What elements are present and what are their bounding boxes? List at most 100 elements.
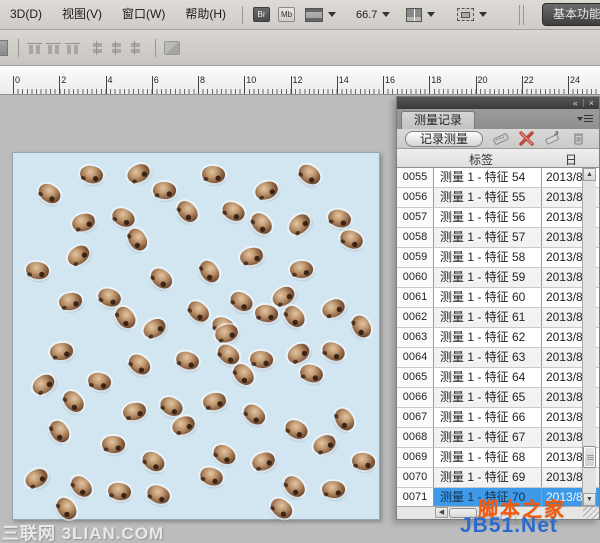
menu-view[interactable]: 视图(V) bbox=[52, 0, 112, 29]
seed-object[interactable] bbox=[22, 466, 50, 492]
seed-object[interactable] bbox=[319, 339, 347, 365]
seed-object[interactable] bbox=[157, 393, 185, 419]
align-vertical-centers-icon[interactable] bbox=[46, 41, 61, 55]
menu-help[interactable]: 帮助(H) bbox=[175, 0, 236, 29]
mini-bridge-button[interactable]: Mb bbox=[278, 7, 295, 22]
table-row[interactable]: 0056测量 1 - 特征 552013/8 bbox=[397, 188, 599, 208]
seed-object[interactable] bbox=[86, 370, 113, 392]
seed-object[interactable] bbox=[124, 225, 150, 253]
seed-object[interactable] bbox=[281, 302, 309, 331]
seed-object[interactable] bbox=[96, 285, 124, 309]
auto-align-layers-icon[interactable] bbox=[164, 41, 180, 55]
seed-object[interactable] bbox=[227, 288, 256, 315]
seed-object[interactable] bbox=[321, 480, 345, 499]
seed-object[interactable] bbox=[284, 340, 313, 367]
column-header-date[interactable]: 日 bbox=[565, 151, 577, 168]
panel-menu-icon[interactable] bbox=[577, 114, 593, 124]
document-canvas[interactable] bbox=[12, 152, 380, 520]
seed-object[interactable] bbox=[124, 161, 152, 186]
column-header-label[interactable]: 标签 bbox=[469, 151, 493, 168]
trash-icon[interactable] bbox=[570, 131, 587, 146]
seed-object[interactable] bbox=[140, 316, 168, 342]
seed-object[interactable] bbox=[64, 242, 93, 269]
workspace-switcher-button[interactable]: 基本功能 bbox=[542, 3, 600, 26]
seed-object[interactable] bbox=[144, 482, 172, 507]
seed-object[interactable] bbox=[298, 362, 325, 385]
seed-object[interactable] bbox=[282, 416, 310, 442]
seed-object[interactable] bbox=[337, 227, 365, 252]
table-row[interactable]: 0068测量 1 - 特征 672013/8 bbox=[397, 428, 599, 448]
scroll-down-icon[interactable]: ▼ bbox=[583, 493, 596, 506]
table-row[interactable]: 0062测量 1 - 特征 612013/8 bbox=[397, 308, 599, 328]
seed-object[interactable] bbox=[250, 450, 277, 473]
align-horizontal-centers-icon[interactable] bbox=[109, 41, 124, 55]
seed-object[interactable] bbox=[320, 296, 348, 320]
seed-object[interactable] bbox=[280, 472, 308, 500]
seed-object[interactable] bbox=[70, 211, 97, 233]
panel-resize-grip[interactable] bbox=[583, 506, 599, 519]
table-row[interactable]: 0064测量 1 - 特征 632013/8 bbox=[397, 348, 599, 368]
seed-object[interactable] bbox=[60, 387, 88, 416]
table-row[interactable]: 0057测量 1 - 特征 562013/8 bbox=[397, 208, 599, 228]
seed-object[interactable] bbox=[125, 351, 154, 379]
seed-object[interactable] bbox=[174, 197, 202, 226]
seed-object[interactable] bbox=[49, 342, 73, 361]
vertical-scrollbar-thumb[interactable] bbox=[583, 446, 596, 468]
scroll-left-icon[interactable]: ◀ bbox=[435, 507, 448, 518]
table-row[interactable]: 0065测量 1 - 特征 642013/8 bbox=[397, 368, 599, 388]
seed-object[interactable] bbox=[240, 400, 268, 428]
bridge-button[interactable]: Br bbox=[253, 7, 270, 22]
menu-3d[interactable]: 3D(D) bbox=[0, 0, 52, 29]
seed-object[interactable] bbox=[249, 349, 274, 369]
seed-object[interactable] bbox=[67, 472, 95, 500]
align-left-edges-icon[interactable] bbox=[90, 41, 105, 55]
seed-object[interactable] bbox=[122, 401, 148, 422]
seed-object[interactable] bbox=[326, 207, 353, 230]
arrange-documents-dropdown[interactable] bbox=[406, 8, 435, 22]
table-row[interactable]: 0066测量 1 - 特征 652013/8 bbox=[397, 388, 599, 408]
seed-object[interactable] bbox=[219, 198, 247, 224]
seed-object[interactable] bbox=[152, 181, 176, 200]
seed-object[interactable] bbox=[196, 257, 223, 286]
seed-object[interactable] bbox=[295, 161, 324, 189]
seed-object[interactable] bbox=[35, 180, 64, 207]
seed-object[interactable] bbox=[170, 414, 197, 438]
seed-object[interactable] bbox=[331, 405, 357, 433]
tab-measurement-log[interactable]: 测量记录 bbox=[401, 111, 475, 129]
close-panel-icon[interactable]: × bbox=[584, 99, 599, 108]
vertical-scrollbar[interactable]: ▲ ▼ bbox=[582, 168, 596, 508]
table-row[interactable]: 0067测量 1 - 特征 662013/8 bbox=[397, 408, 599, 428]
table-row[interactable]: 0061测量 1 - 特征 602013/8 bbox=[397, 288, 599, 308]
seed-object[interactable] bbox=[78, 163, 105, 185]
seed-object[interactable] bbox=[46, 417, 73, 446]
seed-object[interactable] bbox=[24, 260, 50, 281]
seed-object[interactable] bbox=[254, 303, 280, 324]
seed-object[interactable] bbox=[147, 264, 175, 292]
seed-object[interactable] bbox=[101, 435, 125, 454]
collapse-panel-icon[interactable]: « bbox=[568, 99, 583, 108]
seed-object[interactable] bbox=[351, 451, 377, 472]
table-row[interactable]: 0058测量 1 - 特征 572013/8 bbox=[397, 228, 599, 248]
table-row[interactable]: 0070测量 1 - 特征 692013/8 bbox=[397, 468, 599, 488]
seed-object[interactable] bbox=[112, 303, 139, 332]
table-row[interactable]: 0069测量 1 - 特征 682013/8 bbox=[397, 448, 599, 468]
seed-object[interactable] bbox=[184, 297, 212, 325]
menu-window[interactable]: 窗口(W) bbox=[112, 0, 175, 29]
seed-object[interactable] bbox=[349, 312, 375, 340]
table-row[interactable]: 0059测量 1 - 特征 582013/8 bbox=[397, 248, 599, 268]
export-measurements-icon[interactable] bbox=[544, 131, 561, 146]
seed-object[interactable] bbox=[238, 246, 264, 267]
align-top-edges-icon[interactable] bbox=[27, 41, 42, 55]
seed-object[interactable] bbox=[202, 391, 227, 411]
seed-object[interactable] bbox=[267, 495, 296, 523]
seed-object[interactable] bbox=[310, 432, 338, 457]
seed-object[interactable] bbox=[58, 291, 83, 311]
align-bottom-edges-icon[interactable] bbox=[65, 41, 80, 55]
seed-object[interactable] bbox=[285, 211, 314, 239]
view-extras-dropdown[interactable] bbox=[305, 8, 336, 22]
record-measurements-button[interactable]: 记录测量 bbox=[405, 131, 483, 147]
seed-object[interactable] bbox=[106, 481, 132, 502]
seed-object[interactable] bbox=[198, 464, 226, 488]
seed-object[interactable] bbox=[253, 179, 280, 202]
align-right-edges-icon[interactable] bbox=[128, 41, 143, 55]
